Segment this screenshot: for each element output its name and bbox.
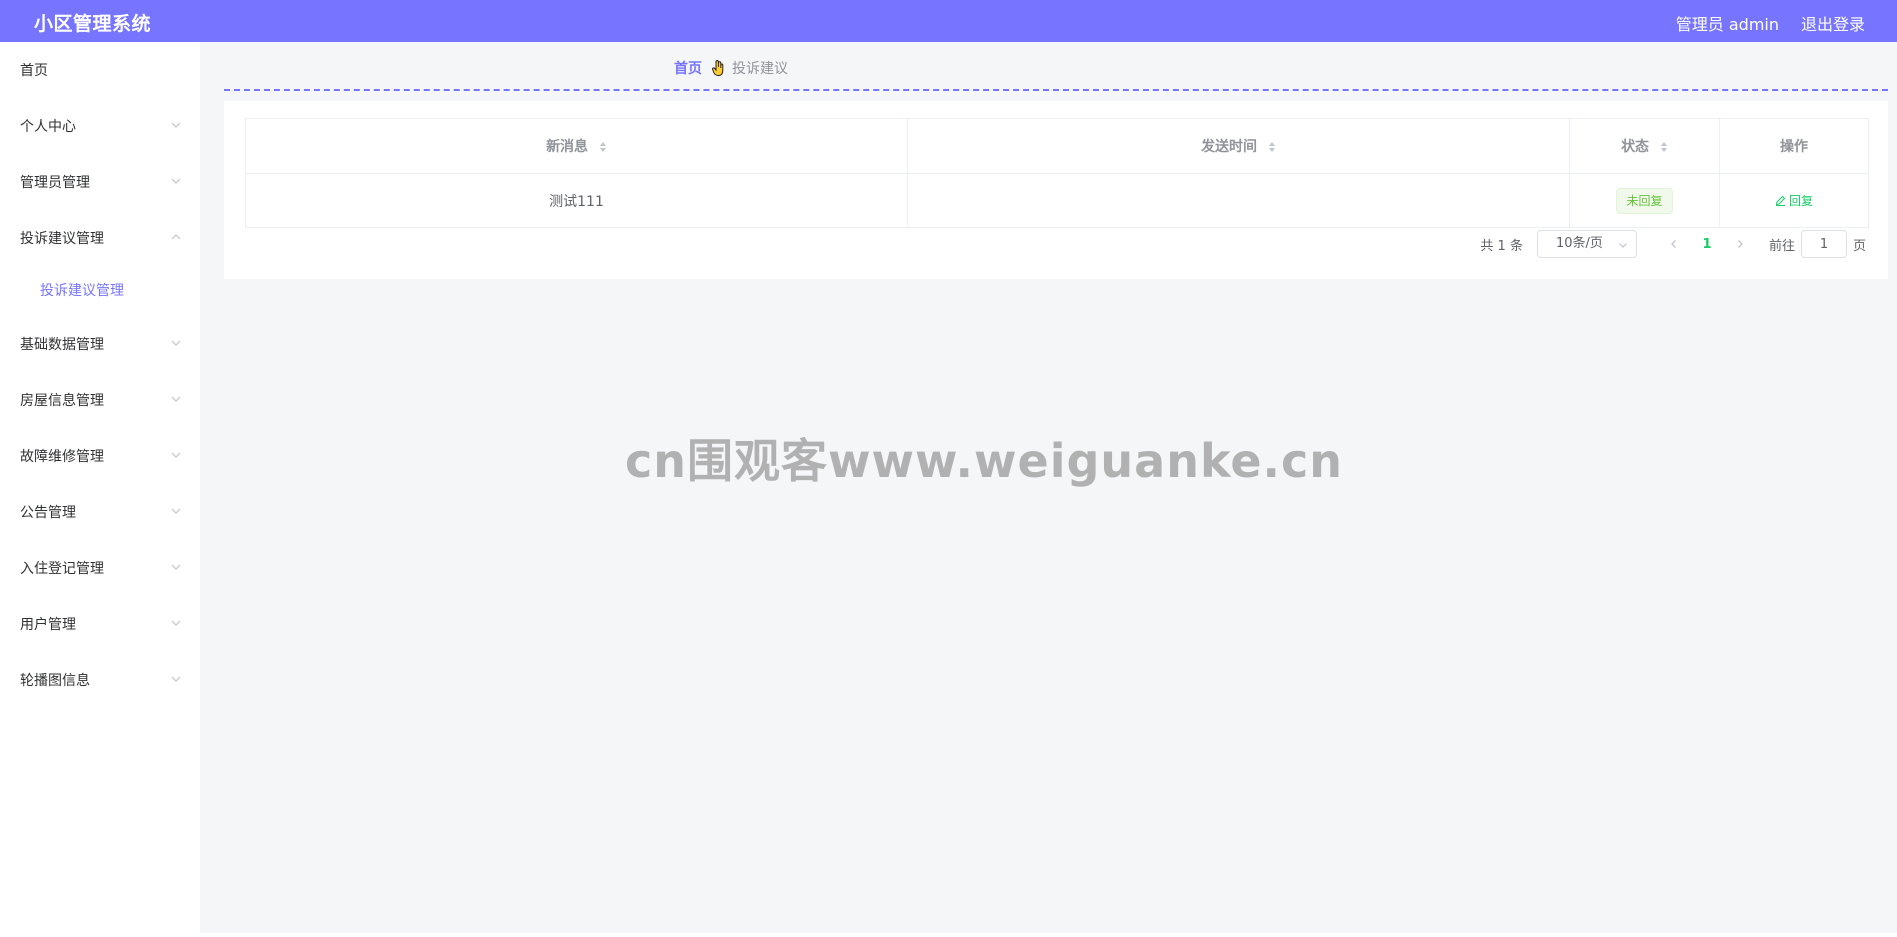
app-root: 小区管理系统 管理员 admin 退出登录 首页 个人中心 管理员管理 投诉建议… bbox=[0, 0, 1897, 937]
chevron-down-icon bbox=[171, 122, 181, 128]
chevron-down-icon bbox=[171, 676, 181, 682]
sidebar-item-label: 故障维修管理 bbox=[20, 449, 104, 465]
page-number[interactable]: 1 bbox=[1689, 237, 1725, 252]
goto-label: 前往 bbox=[1768, 238, 1795, 254]
cell-send-time bbox=[907, 173, 1570, 228]
sidebar-item-label: 管理员管理 bbox=[20, 175, 90, 191]
chevron-down-icon bbox=[171, 396, 181, 402]
column-header-label: 发送时间 bbox=[1201, 139, 1258, 155]
chevron-down-icon bbox=[171, 178, 181, 184]
cell-status: 未回复 bbox=[1569, 173, 1720, 228]
app-title: 小区管理系统 bbox=[34, 13, 152, 35]
sidebar-item-users[interactable]: 用户管理 bbox=[0, 603, 200, 643]
breadcrumb: 首页 投诉建议 bbox=[674, 58, 788, 78]
current-user: 管理员 admin bbox=[1675, 15, 1779, 34]
status-badge: 未回复 bbox=[1616, 187, 1673, 214]
sidebar-subitem-label: 投诉建议管理 bbox=[40, 283, 124, 299]
hand-icon bbox=[711, 59, 724, 77]
sidebar-item-profile[interactable]: 个人中心 bbox=[0, 105, 200, 145]
sidebar: 首页 个人中心 管理员管理 投诉建议管理 投诉建议管理 基础数据管理 房屋信息管… bbox=[0, 42, 200, 933]
watermark-text: cn围观客www.weiguanke.cn bbox=[625, 434, 1344, 488]
sidebar-item-carousel[interactable]: 轮播图信息 bbox=[0, 659, 200, 699]
top-header: 小区管理系统 管理员 admin 退出登录 bbox=[0, 0, 1897, 42]
sidebar-item-checkin[interactable]: 入住登记管理 bbox=[0, 547, 200, 587]
sidebar-item-label: 公告管理 bbox=[20, 505, 76, 521]
page-size-select[interactable]: 10条/页 bbox=[1536, 230, 1637, 258]
sidebar-item-basic-data[interactable]: 基础数据管理 bbox=[0, 323, 200, 363]
sidebar-item-housing[interactable]: 房屋信息管理 bbox=[0, 379, 200, 419]
sort-icon[interactable] bbox=[599, 141, 607, 153]
edit-icon bbox=[1775, 195, 1786, 206]
table-row: 测试111 未回复 回复 bbox=[245, 173, 1869, 228]
sort-icon[interactable] bbox=[1268, 141, 1276, 153]
sidebar-item-complaints[interactable]: 投诉建议管理 bbox=[0, 217, 200, 257]
sidebar-item-label: 个人中心 bbox=[20, 119, 76, 135]
sidebar-item-label: 房屋信息管理 bbox=[20, 393, 104, 409]
chevron-up-icon bbox=[171, 234, 181, 240]
sidebar-item-home[interactable]: 首页 bbox=[0, 49, 200, 89]
chevron-down-icon bbox=[171, 564, 181, 570]
chevron-left-icon bbox=[1671, 240, 1676, 248]
breadcrumb-divider bbox=[224, 89, 1888, 91]
column-header-label: 新消息 bbox=[546, 139, 589, 155]
chevron-down-icon bbox=[171, 452, 181, 458]
chevron-down-icon bbox=[171, 340, 181, 346]
sidebar-item-label: 投诉建议管理 bbox=[20, 231, 104, 247]
goto-page-input[interactable] bbox=[1800, 230, 1847, 258]
breadcrumb-home[interactable]: 首页 bbox=[674, 58, 702, 78]
sidebar-item-notices[interactable]: 公告管理 bbox=[0, 491, 200, 531]
sidebar-item-label: 轮播图信息 bbox=[20, 673, 90, 689]
reply-label: 回复 bbox=[1788, 193, 1813, 208]
chevron-right-icon bbox=[1738, 240, 1743, 248]
sidebar-item-label: 用户管理 bbox=[20, 617, 76, 633]
chevron-down-icon bbox=[171, 508, 181, 514]
prev-page-button[interactable] bbox=[1659, 230, 1689, 258]
column-header-actions: 操作 bbox=[1719, 118, 1869, 174]
sidebar-item-label: 首页 bbox=[20, 63, 48, 79]
logout-button[interactable]: 退出登录 bbox=[1801, 11, 1865, 35]
next-page-button[interactable] bbox=[1725, 230, 1755, 258]
sort-icon[interactable] bbox=[1660, 141, 1668, 153]
column-header-message[interactable]: 新消息 bbox=[245, 118, 908, 174]
column-header-label: 操作 bbox=[1780, 139, 1808, 155]
reply-button[interactable]: 回复 bbox=[1775, 192, 1813, 209]
breadcrumb-current: 投诉建议 bbox=[732, 61, 788, 77]
complaints-table: 新消息 发送时间 状态 操作 测试111 未回复 回复 bbox=[245, 118, 1869, 228]
column-header-label: 状态 bbox=[1621, 139, 1650, 155]
sidebar-subitem-complaints-manage[interactable]: 投诉建议管理 bbox=[0, 269, 200, 309]
pagination-total: 共 1 条 bbox=[1480, 238, 1523, 254]
table-header-row: 新消息 发送时间 状态 操作 bbox=[245, 118, 1869, 174]
column-header-status[interactable]: 状态 bbox=[1569, 118, 1720, 174]
page-suffix-label: 页 bbox=[1852, 238, 1866, 254]
sidebar-item-repairs[interactable]: 故障维修管理 bbox=[0, 435, 200, 475]
pagination: 共 1 条 10条/页 1 前往 页 bbox=[1480, 230, 1866, 258]
cell-message: 测试111 bbox=[245, 173, 908, 228]
column-header-send-time[interactable]: 发送时间 bbox=[907, 118, 1570, 174]
chevron-down-icon bbox=[1619, 243, 1627, 248]
cell-actions: 回复 bbox=[1719, 173, 1869, 228]
sidebar-item-admin[interactable]: 管理员管理 bbox=[0, 161, 200, 201]
table-card: 新消息 发送时间 状态 操作 测试111 未回复 回复 共 1 条 10条/页 … bbox=[224, 101, 1888, 279]
chevron-down-icon bbox=[171, 620, 181, 626]
sidebar-item-label: 基础数据管理 bbox=[20, 337, 104, 353]
page-size-value: 10条/页 bbox=[1555, 236, 1603, 251]
sidebar-item-label: 入住登记管理 bbox=[20, 561, 104, 577]
